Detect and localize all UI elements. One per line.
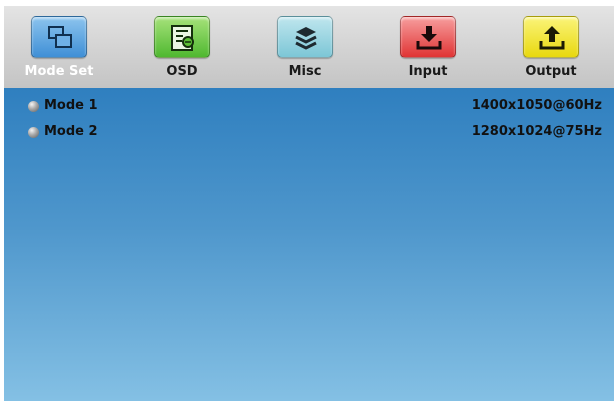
osd-screen: Mode Set OSD Misc Input Output Mode 1 14…: [4, 6, 614, 401]
upload-tray-icon: [523, 16, 579, 58]
download-tray-icon: [400, 16, 456, 58]
list-item[interactable]: Mode 1 1400x1050@60Hz: [4, 96, 614, 118]
tab-label: Misc: [288, 64, 322, 79]
tab-osd[interactable]: OSD: [127, 6, 237, 88]
tab-label: Mode Set: [24, 64, 94, 79]
tab-output[interactable]: Output: [496, 6, 606, 88]
mode-list: Mode 1 1400x1050@60Hz Mode 2 1280x1024@7…: [4, 88, 614, 401]
windows-icon: [31, 16, 87, 58]
bullet-icon: [28, 127, 39, 138]
list-item[interactable]: Mode 2 1280x1024@75Hz: [4, 122, 614, 144]
bullet-icon: [28, 101, 39, 112]
document-list-icon: [154, 16, 210, 58]
mode-resolution: 1400x1050@60Hz: [471, 98, 602, 113]
toolbar: Mode Set OSD Misc Input Output: [4, 6, 614, 88]
mode-resolution: 1280x1024@75Hz: [471, 124, 602, 139]
tab-mode-set[interactable]: Mode Set: [4, 6, 114, 88]
tab-label: OSD: [166, 64, 198, 79]
mode-name: Mode 2: [44, 124, 98, 139]
tab-label: Input: [408, 64, 448, 79]
tab-input[interactable]: Input: [373, 6, 483, 88]
mode-name: Mode 1: [44, 98, 98, 113]
tab-misc[interactable]: Misc: [250, 6, 360, 88]
tab-label: Output: [525, 64, 577, 79]
stack-icon: [277, 16, 333, 58]
